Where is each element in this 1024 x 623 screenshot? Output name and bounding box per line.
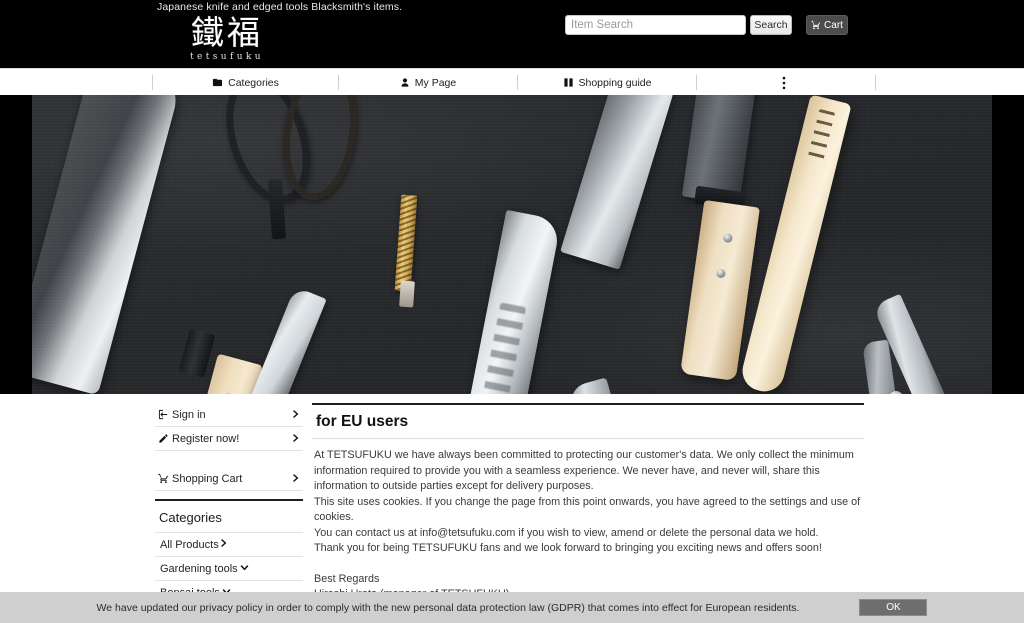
chevron-right-icon — [291, 431, 300, 448]
handle-kanji-marking — [807, 108, 836, 164]
chevron-right-icon — [291, 407, 300, 424]
sidebar-category-all-products[interactable]: All Products — [155, 533, 303, 557]
nav-label-my-page: My Page — [414, 76, 457, 89]
person-icon — [400, 77, 410, 88]
cord-tool-tip — [399, 280, 415, 308]
cord-wrapping — [394, 194, 418, 292]
search-input[interactable] — [565, 15, 746, 35]
book-icon — [563, 77, 574, 88]
sidebar-item-register[interactable]: Register now! — [155, 427, 303, 451]
kitchen-knife-blade — [681, 95, 761, 205]
sign-in-icon — [155, 409, 171, 420]
sidebar-label-shopping-cart: Shopping Cart — [172, 472, 243, 485]
long-wooden-handle-tool — [738, 95, 852, 394]
page-root: Japanese knife and edged tools Blacksmit… — [0, 0, 1024, 623]
signoff-best-regards: Best Regards — [314, 572, 380, 585]
cart-button-label: Cart — [824, 19, 843, 31]
pencil-icon — [155, 433, 171, 444]
nav-label-shopping-guide: Shopping guide — [578, 76, 652, 89]
logo-roman: tetsufuku — [190, 52, 264, 62]
sidebar-item-sign-in[interactable]: Sign in — [155, 403, 303, 427]
sidebar-category-gardening-tools[interactable]: Gardening tools — [155, 557, 303, 581]
handle-screw — [715, 268, 726, 279]
pruner-blade — [567, 377, 633, 394]
sidebar-label-sign-in: Sign in — [172, 408, 206, 421]
yanagiba-knife-blade — [462, 209, 562, 394]
sidebar: Sign in Register now! Shopping Cart Cate… — [155, 403, 303, 605]
sidebar-item-shopping-cart[interactable]: Shopping Cart — [155, 467, 303, 491]
cookie-ok-button[interactable]: OK — [859, 599, 928, 616]
nav-divider — [875, 75, 876, 90]
logo-kanji: 鐵福 — [191, 13, 263, 52]
cart-icon — [811, 20, 821, 30]
sidebar-label-register: Register now! — [172, 432, 240, 445]
notice-paragraph-3: You can contact us at info@tetsufuku.com… — [314, 526, 819, 539]
chevron-right-icon — [219, 536, 228, 553]
chevron-right-icon — [291, 471, 300, 488]
notice-paragraph-4: Thank you for being TETSUFUKU fans and w… — [314, 542, 822, 554]
site-logo[interactable]: 鐵福 tetsufuku — [167, 13, 287, 63]
nav-item-shopping-guide[interactable]: Shopping guide — [563, 70, 652, 96]
nakiri-knife-ferrule — [178, 328, 216, 378]
hero-photo-japanese-tools — [32, 95, 992, 394]
page-title: for EU users — [312, 405, 864, 439]
folder-icon — [212, 77, 223, 88]
nav-item-my-page[interactable]: My Page — [400, 70, 456, 96]
more-vertical-icon — [782, 76, 786, 90]
cookie-consent-banner: We have updated our privacy policy in or… — [0, 592, 1024, 623]
main-navigation: Categories My Page Shopping guide — [0, 68, 1024, 96]
cart-button[interactable]: Cart — [806, 15, 848, 35]
hero-banner[interactable]: Our prices do not include VAT & import T… — [0, 95, 1024, 394]
site-header: Japanese knife and edged tools Blacksmit… — [0, 0, 1024, 68]
handle-rivet — [223, 392, 234, 394]
cookie-banner-text: We have updated our privacy policy in or… — [96, 601, 800, 614]
notice-paragraph-2: This site uses cookies. If you change th… — [314, 495, 861, 524]
nav-item-categories[interactable]: Categories — [212, 70, 279, 96]
cart-icon — [155, 473, 171, 484]
chevron-down-icon — [238, 563, 251, 575]
handle-screw — [722, 233, 733, 244]
secondary-knife-blade — [560, 95, 678, 270]
sidebar-label-gardening-tools: Gardening tools — [160, 562, 238, 575]
nakiri-knife-blade — [32, 95, 184, 394]
blade-etching — [478, 302, 527, 394]
sidebar-label-all-products: All Products — [160, 538, 219, 551]
site-tagline: Japanese knife and edged tools Blacksmit… — [157, 1, 403, 13]
cord-wrapped-tool — [394, 194, 418, 292]
notice-paragraph-1: At TETSUFUKU we have always been committ… — [314, 449, 854, 492]
nav-label-categories: Categories — [228, 76, 279, 89]
main-content: for EU users At TETSUFUKU we have always… — [312, 403, 864, 623]
search-button[interactable]: Search — [750, 15, 792, 35]
sidebar-categories-heading: Categories — [155, 501, 303, 533]
nav-item-more[interactable] — [782, 70, 791, 96]
